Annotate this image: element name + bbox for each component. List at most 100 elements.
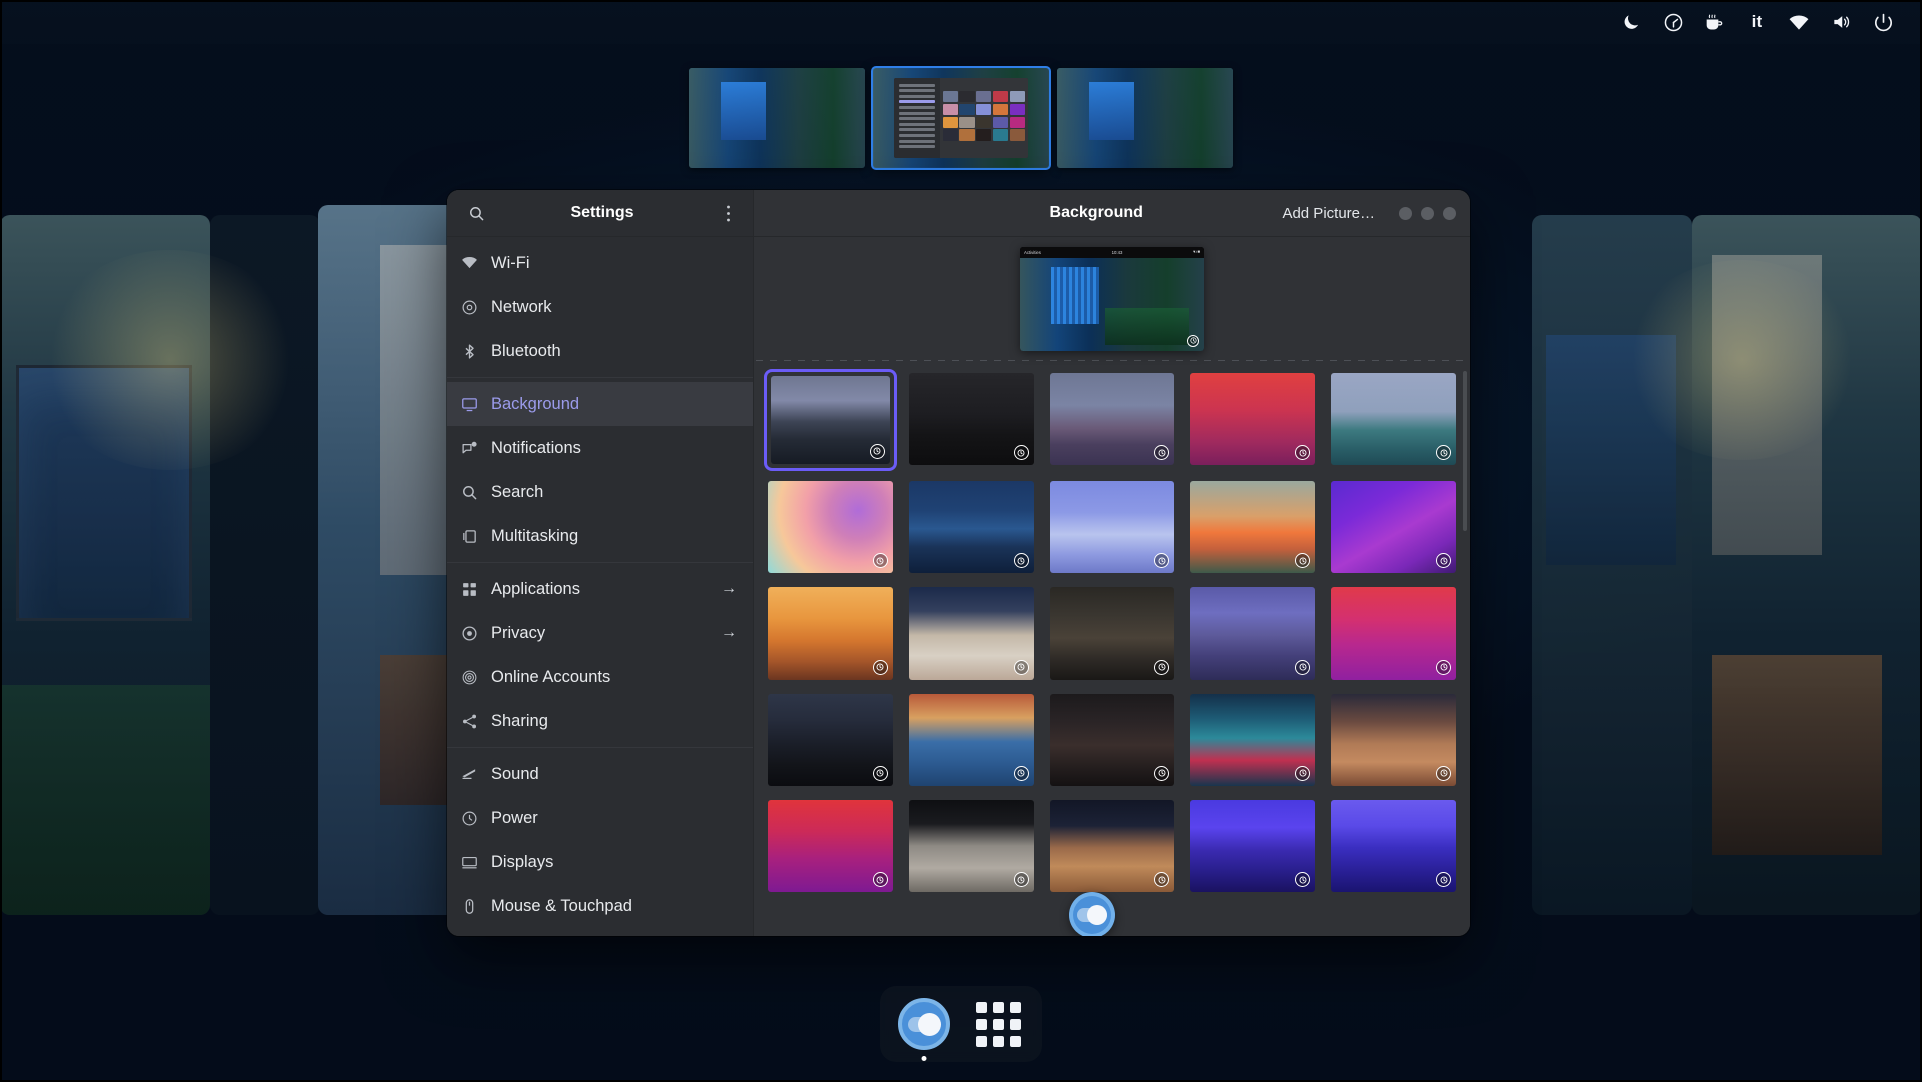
- wallpaper-red-rock-mesa[interactable]: [1331, 694, 1456, 786]
- sidebar-item-bluetooth[interactable]: Bluetooth: [447, 329, 753, 373]
- wallpaper-thumbnail: [909, 694, 1034, 786]
- wallpaper-grey-sandstone[interactable]: [909, 800, 1034, 892]
- sidebar-item-sound[interactable]: Sound: [447, 752, 753, 796]
- time-of-day-icon: [1436, 553, 1451, 568]
- sidebar-item-background[interactable]: Background: [447, 382, 753, 426]
- sidebar-item-sharing[interactable]: Sharing: [447, 699, 753, 743]
- wallpaper-purple-waves[interactable]: [1331, 481, 1456, 573]
- sidebar-item-mouse-touchpad[interactable]: Mouse & Touchpad: [447, 884, 753, 928]
- wallpaper-sunset-lake[interactable]: [1190, 481, 1315, 573]
- time-of-day-icon: [1295, 445, 1310, 460]
- wallpaper-white-pocket-rocks[interactable]: [1050, 800, 1175, 892]
- caffeine-icon[interactable]: [1694, 0, 1736, 44]
- maximize-button[interactable]: [1421, 207, 1434, 220]
- minimize-button[interactable]: [1399, 207, 1412, 220]
- volume-icon[interactable]: [1820, 0, 1862, 44]
- wallpaper-thumbnail: [1050, 587, 1175, 679]
- close-button[interactable]: [1443, 207, 1456, 220]
- power-icon: [461, 810, 478, 827]
- wallpaper-purple-mountain[interactable]: [1050, 373, 1175, 467]
- privacy-icon: [461, 625, 478, 642]
- wallpaper-pastel-blur[interactable]: [768, 481, 893, 573]
- wallpaper-blue-canyon-river[interactable]: [1331, 800, 1456, 892]
- bluetooth-icon: [461, 343, 478, 360]
- wallpaper-dark-dunes[interactable]: [909, 373, 1034, 467]
- time-of-day-icon: [1295, 553, 1310, 568]
- wallpaper-red-gradient[interactable]: [1190, 373, 1315, 467]
- sidebar-item-network[interactable]: Network: [447, 285, 753, 329]
- wallpaper-gorilla-silhouette[interactable]: [1331, 587, 1456, 679]
- sidebar-item-label: Applications: [491, 580, 708, 599]
- preview-wallpaper-image: [1020, 258, 1204, 351]
- sidebar-item-applications[interactable]: Applications →: [447, 567, 753, 611]
- sidebar-item-power[interactable]: Power: [447, 796, 753, 840]
- chevron-right-icon: →: [721, 580, 737, 598]
- wallpaper-orange-desert[interactable]: [768, 587, 893, 679]
- wallpaper-thumbnail: [1331, 800, 1456, 892]
- wallpaper-thumbnail: [768, 800, 893, 892]
- workspace-thumbnail-2[interactable]: [873, 68, 1049, 168]
- wallpaper-dark-rock-ridge[interactable]: [768, 694, 893, 786]
- vertical-scrollbar[interactable]: [1463, 371, 1467, 531]
- wifi-icon[interactable]: [1778, 0, 1820, 44]
- sidebar-separator: [447, 377, 753, 378]
- add-picture-button[interactable]: Add Picture…: [1272, 200, 1385, 227]
- sidebar-item-multitasking[interactable]: Multitasking: [447, 514, 753, 558]
- sidebar-item-label: Network: [491, 298, 737, 317]
- wallpaper-thumbnail: [1331, 481, 1456, 573]
- dark-style-icon[interactable]: [1652, 0, 1694, 44]
- sidebar-item-wi-fi[interactable]: Wi-Fi: [447, 241, 753, 285]
- dock-settings-app[interactable]: [896, 996, 952, 1052]
- power-icon[interactable]: [1862, 0, 1904, 44]
- time-of-day-icon: [870, 444, 885, 459]
- sidebar-item-label: Bluetooth: [491, 342, 737, 361]
- workspace-preview-image: [1057, 68, 1233, 168]
- sidebar-item-search[interactable]: Search: [447, 470, 753, 514]
- wallpaper-snowy-canyon[interactable]: [909, 587, 1034, 679]
- sidebar-item-label: Sharing: [491, 712, 737, 731]
- mini-sidebar: [894, 78, 939, 158]
- sidebar-item-label: Sound: [491, 765, 737, 784]
- wallpaper-night-bedroom[interactable]: [1190, 587, 1315, 679]
- wallpaper-thumbnail: [1331, 587, 1456, 679]
- sidebar-item-label: Mouse & Touchpad: [491, 897, 737, 916]
- mini-main-panel: [940, 78, 1028, 158]
- wallpaper-thumbnail: [768, 694, 893, 786]
- wallpaper-thumbnail: [909, 373, 1034, 465]
- time-of-day-icon: [873, 766, 888, 781]
- workspace-thumbnail-1[interactable]: [689, 68, 865, 168]
- wallpaper-blue-coastal-road[interactable]: [1190, 800, 1315, 892]
- settings-window: Settings Background Add Picture… Wi-Fi Ne…: [447, 190, 1470, 936]
- wallpaper-blue-fog-lake[interactable]: [909, 481, 1034, 573]
- wallpaper-illustrated-reader[interactable]: [909, 694, 1034, 786]
- sidebar-item-online-accounts[interactable]: Online Accounts: [447, 655, 753, 699]
- drag-cursor-settings-icon[interactable]: [1069, 892, 1115, 936]
- wallpaper-snow-peak[interactable]: [1050, 481, 1175, 573]
- network-icon: [461, 299, 478, 316]
- wallpaper-dark-mountain-range[interactable]: [1050, 694, 1175, 786]
- sidebar-separator: [447, 747, 753, 748]
- wallpaper-neon-city-street[interactable]: [1190, 694, 1315, 786]
- time-of-day-icon: [1295, 766, 1310, 781]
- sidebar-item-displays[interactable]: Displays: [447, 840, 753, 884]
- search-icon[interactable]: [461, 198, 491, 228]
- wallpaper-ubuntu-mascot[interactable]: [768, 800, 893, 892]
- sidebar-item-keyboard[interactable]: Keyboard: [447, 928, 753, 936]
- night-light-icon[interactable]: [1610, 0, 1652, 44]
- dock-show-apps[interactable]: [970, 996, 1026, 1052]
- toggle-switch-icon: [1077, 908, 1107, 922]
- sidebar-item-notifications[interactable]: Notifications: [447, 426, 753, 470]
- wallpaper-mountain-dusk[interactable]: [764, 369, 897, 471]
- wallpaper-cozy-reading-room[interactable]: [1050, 587, 1175, 679]
- wallpaper-grid-scroll[interactable]: [754, 361, 1470, 936]
- sidebar-item-label: Search: [491, 483, 737, 502]
- sidebar-item-privacy[interactable]: Privacy→: [447, 611, 753, 655]
- workspace-thumbnail-3[interactable]: [1057, 68, 1233, 168]
- current-background-preview[interactable]: Activities 10:43 ▾♪■: [1020, 247, 1204, 351]
- preview-status-icons: ▾♪■: [1193, 249, 1200, 255]
- wallpaper-lighthouse-bay[interactable]: [1331, 373, 1456, 467]
- hamburger-menu-icon[interactable]: [713, 198, 743, 228]
- window-titlebar: Settings Background Add Picture…: [447, 190, 1470, 237]
- keyboard-layout-indicator[interactable]: it: [1736, 0, 1778, 44]
- mini-wallpaper-grid: [943, 91, 1025, 141]
